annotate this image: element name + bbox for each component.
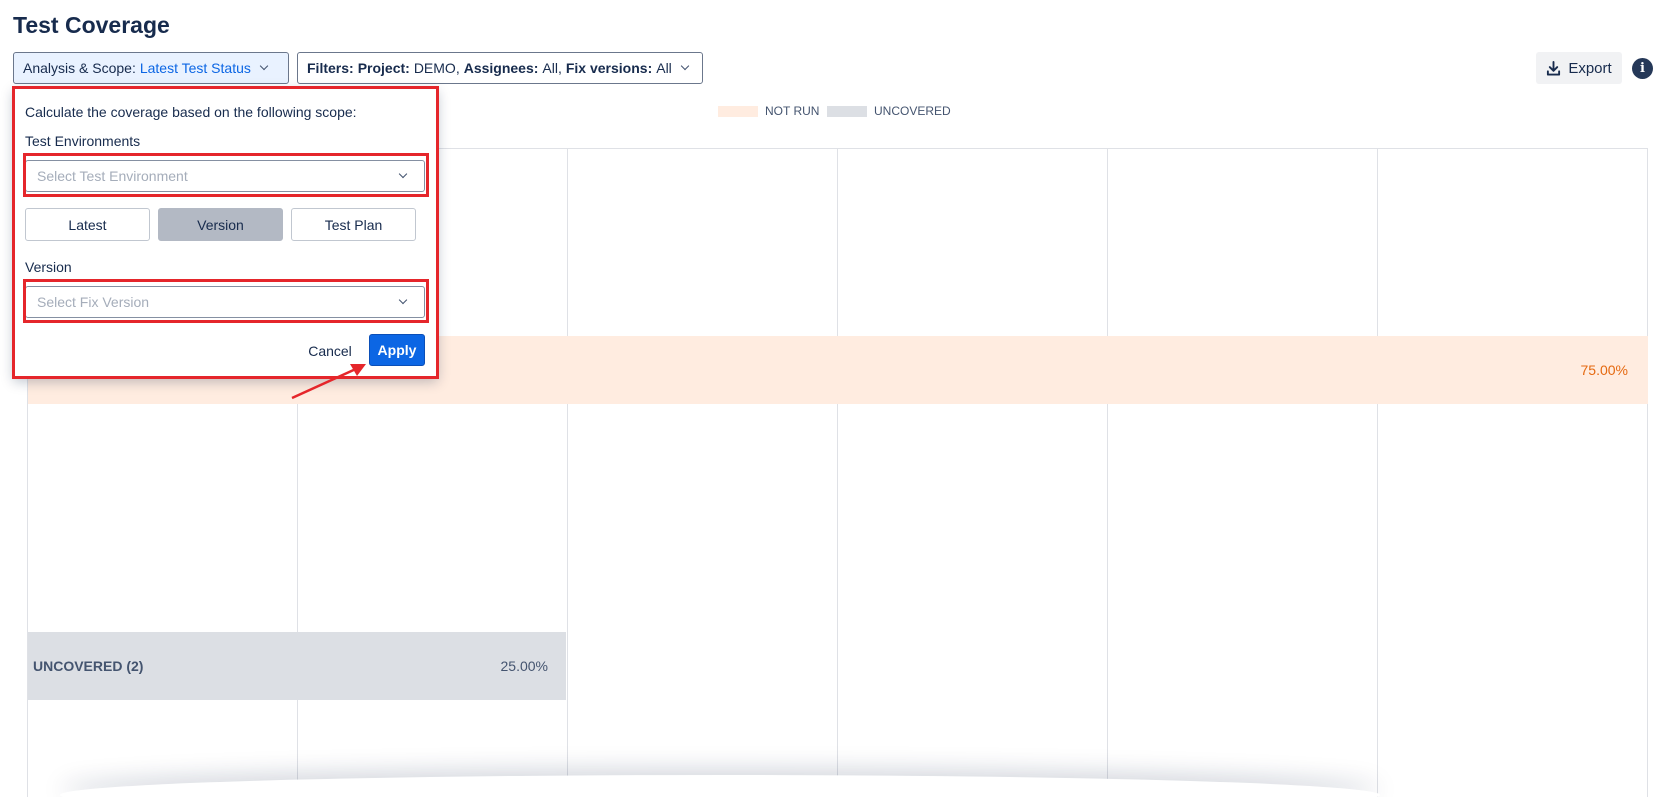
page-title: Test Coverage — [13, 12, 170, 38]
filter-project-label: Project: — [357, 60, 410, 76]
bar-uncovered[interactable]: UNCOVERED (2) 25.00% — [28, 632, 566, 700]
chevron-down-icon — [680, 61, 690, 71]
grid-line — [837, 148, 838, 797]
scope-value: Latest Test Status — [139, 60, 251, 76]
filters-label: Filters: — [307, 60, 354, 76]
version-select[interactable]: Select Fix Version — [25, 286, 425, 318]
popup-description: Calculate the coverage based on the foll… — [25, 104, 357, 120]
filter-assignees-label: Assignees: — [463, 60, 539, 76]
version-placeholder: Select Fix Version — [37, 294, 150, 310]
download-icon — [1547, 60, 1561, 76]
legend-label: UNCOVERED — [874, 104, 951, 118]
grid-line — [1377, 148, 1378, 797]
info-icon[interactable]: i — [1632, 58, 1653, 79]
bar-value-label: 75.00% — [1580, 362, 1628, 378]
legend-swatch — [827, 105, 867, 117]
test-env-label: Test Environments — [25, 133, 141, 149]
grid-line — [1107, 148, 1108, 797]
grid-line — [1647, 148, 1648, 797]
scope-label: Analysis & Scope: — [23, 60, 136, 76]
export-button[interactable]: Export — [1536, 52, 1622, 84]
grid-line — [567, 148, 568, 797]
filter-fixversions-value: All — [656, 60, 672, 76]
version-label: Version — [25, 259, 72, 275]
legend-item-uncovered: UNCOVERED — [827, 104, 951, 118]
scope-option-test-plan[interactable]: Test Plan — [291, 208, 416, 241]
filter-project-value: DEMO, — [413, 60, 460, 76]
bar-value-label: 25.00% — [500, 658, 548, 674]
test-env-placeholder: Select Test Environment — [37, 168, 188, 184]
export-label: Export — [1568, 59, 1612, 77]
scope-option-latest[interactable]: Latest — [25, 208, 150, 241]
filter-assignees-value: All, — [542, 60, 562, 76]
chevron-down-icon — [398, 295, 408, 305]
test-env-select[interactable]: Select Test Environment — [25, 160, 425, 192]
scope-option-version[interactable]: Version — [158, 208, 283, 241]
cancel-button[interactable]: Cancel — [298, 336, 362, 366]
apply-button[interactable]: Apply — [369, 334, 425, 366]
legend-item-not-run: NOT RUN — [718, 104, 819, 118]
filters-button[interactable]: Filters: Project: DEMO, Assignees: All, … — [297, 52, 703, 84]
filter-fixversions-label: Fix versions: — [565, 60, 653, 76]
chevron-down-icon — [259, 61, 269, 71]
legend-swatch — [718, 105, 758, 117]
legend-label: NOT RUN — [765, 104, 820, 118]
chevron-down-icon — [398, 169, 408, 179]
bar-category-label: UNCOVERED (2) — [33, 658, 144, 674]
analysis-scope-button[interactable]: Analysis & Scope: Latest Test Status — [13, 52, 289, 84]
